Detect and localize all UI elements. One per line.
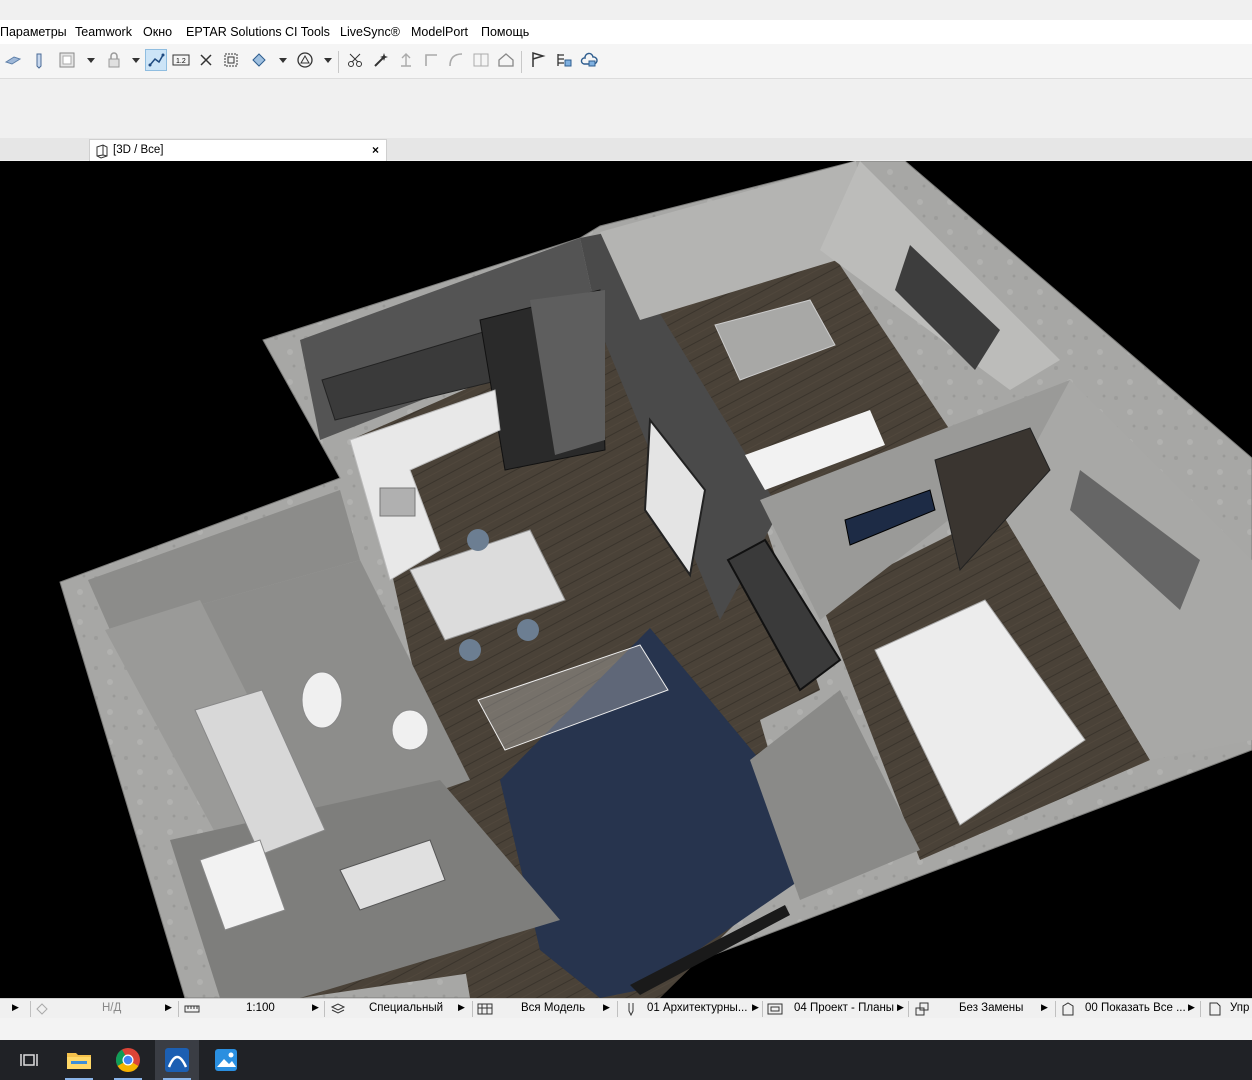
toolbar-separator (338, 51, 339, 73)
layer-combo-value: Специальный (369, 1002, 444, 1014)
tab-label: [3D / Все] (113, 144, 164, 156)
dimension-icon[interactable]: 1.2 (170, 49, 192, 71)
elevate-icon[interactable] (395, 49, 417, 71)
pen-set-value: 01 Архитектурны... (647, 1002, 748, 1014)
status-separator (1055, 1001, 1056, 1017)
lock-icon[interactable] (103, 49, 125, 71)
dining-chair (459, 639, 481, 661)
trace-icon[interactable] (145, 49, 167, 71)
rotate-3d-dropdown[interactable] (279, 58, 287, 63)
curve-icon[interactable] (445, 49, 467, 71)
corner-icon[interactable] (420, 49, 442, 71)
toilet (301, 671, 343, 729)
photos-icon[interactable] (204, 1040, 248, 1080)
cloud-icon[interactable] (578, 49, 600, 71)
chrome-icon[interactable] (106, 1040, 150, 1080)
layer-combo-field[interactable]: Специальный ▶ (330, 999, 470, 1019)
filter-value: 00 Показать Все ... (1085, 1002, 1186, 1014)
view-set-value: 04 Проект - Планы (794, 1002, 895, 1014)
menu-item-modelport[interactable]: ModelPort (411, 25, 468, 39)
file-explorer-icon[interactable] (57, 1040, 101, 1080)
menu-item-parameters[interactable]: Параметры (0, 25, 67, 39)
filter-field[interactable]: 00 Показать Все ... ▶ (1060, 999, 1200, 1019)
menu-item-livesync[interactable]: LiveSync® (340, 25, 400, 39)
house-icon[interactable] (495, 49, 517, 71)
pen-icon[interactable] (28, 49, 50, 71)
status-separator (324, 1001, 325, 1017)
dining-chair (517, 619, 539, 641)
snap-icon[interactable] (195, 49, 217, 71)
manage-value: Упр (1230, 1002, 1250, 1014)
svg-text:1.2: 1.2 (176, 58, 186, 65)
status-separator (30, 1001, 31, 1017)
tab-3d-view[interactable]: [3D / Все] × (89, 139, 387, 161)
scale-value: 1:100 (246, 1002, 275, 1014)
windows-taskbar (0, 1040, 1252, 1080)
model-view-field[interactable]: Вся Модель ▶ (477, 999, 615, 1019)
menu-item-help[interactable]: Помощь (481, 25, 529, 39)
menu-item-ci-tools[interactable]: CI Tools (285, 25, 330, 39)
shape-icon[interactable] (294, 49, 316, 71)
view-set-field[interactable]: 04 Проект - Планы ▶ (767, 999, 907, 1019)
status-arrow[interactable]: ▶ (6, 999, 30, 1019)
model-view-value: Вся Модель (521, 1002, 586, 1014)
renovation-value: Без Замены (959, 1002, 1024, 1014)
slab-tool-icon[interactable] (2, 49, 24, 71)
trim-icon[interactable] (344, 49, 366, 71)
task-view-icon[interactable] (7, 1040, 51, 1080)
apartment-3d-model (59, 161, 1252, 998)
undo-field[interactable]: Н/Д ▶ (34, 999, 174, 1019)
status-separator (762, 1001, 763, 1017)
status-bar: ▶ Н/Д ▶ 1:100 ▶ Специальный ▶ Вся Модель… (0, 998, 1252, 1019)
flag-icon[interactable] (527, 49, 549, 71)
status-separator (617, 1001, 618, 1017)
rotate-3d-icon[interactable] (248, 49, 270, 71)
window-frame-icon[interactable] (56, 49, 78, 71)
split-icon[interactable] (470, 49, 492, 71)
status-separator (472, 1001, 473, 1017)
menu-bar: Параметры Teamwork Окно EPTAR Solutions … (0, 20, 1252, 44)
tab-close-button[interactable]: × (372, 143, 379, 157)
sink (379, 487, 416, 517)
toolbar-separator (521, 51, 522, 73)
archicad-icon[interactable] (155, 1040, 199, 1080)
magic-wand-icon[interactable] (370, 49, 392, 71)
toolbar: 1.2 (0, 44, 1252, 79)
renovation-field[interactable]: Без Замены ▶ (914, 999, 1054, 1019)
menu-item-window[interactable]: Окно (143, 25, 172, 39)
3d-view-icon (94, 143, 110, 162)
window-bottom-strip (0, 1018, 1252, 1040)
manage-field[interactable]: Упр (1206, 999, 1252, 1019)
status-separator (908, 1001, 909, 1017)
scale-field[interactable]: 1:100 ▶ (184, 999, 322, 1019)
status-separator (1200, 1001, 1201, 1017)
undo-value: Н/Д (102, 1002, 122, 1014)
menu-item-eptar[interactable]: EPTAR Solutions (186, 25, 282, 39)
bathroom-sink (391, 709, 429, 751)
dining-chair (467, 529, 489, 551)
group-icon[interactable] (220, 49, 242, 71)
menu-item-teamwork[interactable]: Teamwork (75, 25, 132, 39)
status-separator (178, 1001, 179, 1017)
3d-viewport[interactable] (0, 161, 1252, 998)
list-icon[interactable] (553, 49, 575, 71)
lock-dropdown[interactable] (132, 58, 140, 63)
pen-set-field[interactable]: 01 Архитектурны... ▶ (623, 999, 763, 1019)
window-frame-dropdown[interactable] (87, 58, 95, 63)
shape-dropdown[interactable] (324, 58, 332, 63)
